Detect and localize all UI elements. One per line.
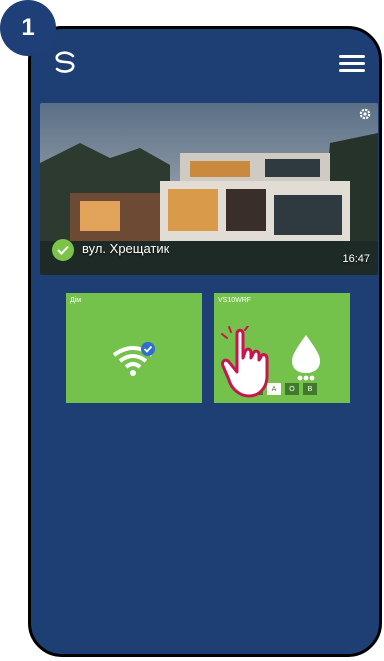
tile-home[interactable]: Дім	[66, 293, 202, 403]
home-address: вул. Хрещатик	[82, 241, 170, 256]
status-check-icon	[52, 239, 74, 261]
water-drop-icon	[292, 335, 320, 381]
step-number-badge: 1	[0, 0, 56, 56]
hand-pointer-icon	[221, 326, 269, 398]
phone-screen: вул. Хрещатик 16:47 Дім VS10WRF I A O B	[28, 26, 382, 657]
banner-time: 16:47	[342, 253, 370, 265]
s-logo-icon	[55, 51, 75, 73]
app-header	[31, 29, 379, 93]
tile-device-label: VS10WRF	[218, 297, 252, 304]
mode-b[interactable]: B	[303, 383, 317, 395]
gear-icon[interactable]	[358, 107, 372, 121]
tile-home-label: Дім	[70, 297, 82, 304]
wifi-icon	[112, 342, 155, 376]
hamburger-menu-icon[interactable]	[339, 55, 365, 75]
mode-o[interactable]: O	[285, 383, 299, 395]
home-banner[interactable]: вул. Хрещатик 16:47	[40, 103, 378, 275]
